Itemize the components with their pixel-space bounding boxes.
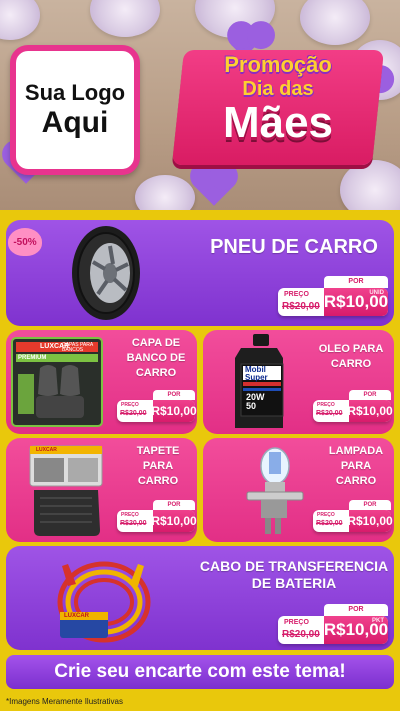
price-por-label: POR	[153, 390, 195, 400]
promo-headline: Mães	[222, 98, 334, 147]
floor-mat-brand: LUXCAR	[36, 447, 57, 453]
flower-decoration	[300, 0, 370, 45]
flower-decoration	[90, 0, 160, 37]
promo-banner: Promoção Dia das Mães	[171, 50, 385, 165]
price-por-label: POR	[349, 500, 391, 510]
price-preco-label: PREÇO	[317, 512, 335, 518]
product-card-seat-cover[interactable]: LUXCAR CAPAS PARA BANCOS PREMIUM CAPA DE…	[6, 330, 197, 434]
logo-text-line1: Sua Logo	[24, 80, 126, 105]
oil-brand-text: Mobil Super	[245, 365, 268, 382]
disclaimer-footnote: *Imagens Meramente Ilustrativas	[6, 697, 123, 706]
flower-decoration	[0, 0, 40, 40]
product-card-lamp[interactable]: LAMPADA PARA CARRO POR PREÇO R$20,00 R$1…	[203, 438, 394, 542]
price-unit: UNID	[369, 290, 384, 296]
price-por-label: POR	[349, 390, 391, 400]
new-price: R$10,00	[151, 510, 197, 532]
heart-icon	[194, 166, 234, 206]
lamp-bulb-image	[246, 447, 304, 534]
old-price: R$20,00	[120, 520, 147, 527]
logo-placeholder[interactable]: Sua Logo Aqui	[10, 45, 140, 175]
product-card-oil[interactable]: Mobil Super 20W 50 OLEO PARA CARRO POR P…	[203, 330, 394, 434]
price-unit: PKT	[372, 618, 384, 624]
product-title: OLEO PARA CARRO	[318, 343, 384, 370]
old-price: R$20,00	[316, 520, 343, 527]
product-title: TAPETE PARA CARRO	[136, 445, 180, 487]
create-flyer-button[interactable]: Crie seu encarte com este tema!	[6, 655, 394, 689]
product-card-tire[interactable]: PNEU DE CARRO POR PREÇO R$20,00 R$10,00 …	[6, 220, 394, 326]
oil-bottle-image	[235, 334, 284, 428]
header-banner: Sua Logo Aqui Promoção Dia das Mães	[0, 0, 400, 210]
price-preco-label: PREÇO	[121, 512, 139, 518]
product-title: PNEU DE CARRO	[210, 236, 378, 258]
product-card-jumper-cable[interactable]: LUXCAR CABO DE TRANSFERENCIA DE BATERIA …	[6, 546, 394, 650]
price-tag: POR PREÇO R$20,00 R$10,00	[313, 500, 393, 532]
old-price: R$20,00	[120, 410, 147, 417]
price-por-label: POR	[324, 604, 388, 616]
product-card-floor-mat[interactable]: LUXCAR TAPETE PARA CARRO POR PREÇO R$20,…	[6, 438, 197, 542]
new-price: R$10,00	[347, 400, 393, 422]
price-preco-label: PREÇO	[284, 619, 309, 626]
discount-badge: -50%	[8, 228, 42, 256]
product-title: CABO DE TRANSFERENCIA DE BATERIA	[199, 558, 389, 591]
price-tag: POR PREÇO R$20,00 R$10,00	[117, 390, 197, 422]
product-title: CAPA DE BANCO DE CARRO	[126, 337, 186, 379]
new-price: R$10,00	[347, 510, 393, 532]
price-preco-label: PREÇO	[317, 402, 335, 408]
product-title: LAMPADA PARA CARRO	[328, 445, 384, 487]
old-price: R$20,00	[316, 410, 343, 417]
seat-cover-tag: PREMIUM	[18, 355, 47, 361]
jumper-cable-brand: LUXCAR	[64, 613, 89, 619]
price-tag: POR PREÇO R$20,00 R$10,00	[313, 390, 393, 422]
price-tag: POR PREÇO R$20,00 R$10,00 UNID	[278, 276, 388, 316]
logo-text-line2: Aqui	[41, 106, 109, 139]
old-price: R$20,00	[282, 301, 320, 312]
floor-mat-image	[29, 445, 103, 536]
new-price: R$10,00	[151, 400, 197, 422]
seat-cover-box-text: CAPAS PARA BANCOS	[62, 342, 93, 353]
promo-title: Promoção	[224, 52, 332, 77]
flower-decoration	[135, 175, 195, 210]
price-tag: POR PREÇO R$20,00 R$10,00 PKT	[278, 604, 388, 644]
price-por-label: POR	[324, 276, 388, 288]
tire-image	[72, 226, 140, 320]
jumper-cable-image	[57, 561, 151, 643]
oil-grade-text: 20W 50	[246, 392, 265, 411]
price-preco-label: PREÇO	[121, 402, 139, 408]
price-por-label: POR	[153, 500, 195, 510]
price-preco-label: PREÇO	[284, 291, 309, 298]
price-tag: POR PREÇO R$20,00 R$10,00	[117, 500, 197, 532]
flower-decoration	[340, 160, 400, 210]
old-price: R$20,00	[282, 629, 320, 640]
